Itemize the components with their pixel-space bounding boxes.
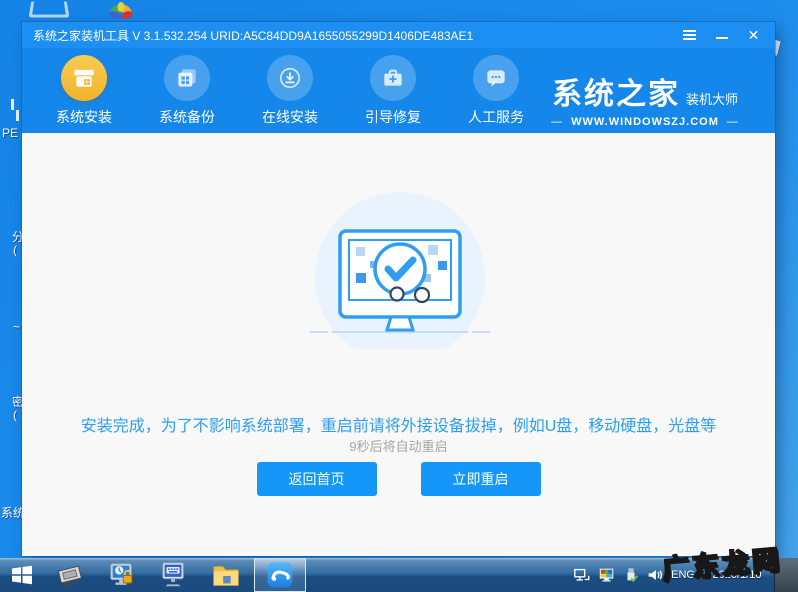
brand-logo: 系统之家 装机大师 — WWW.WINDOWSZJ.COM — (531, 78, 759, 129)
auto-restart-countdown: 9秒后将自动重启 (349, 439, 448, 454)
nav-label: 人工服务 (468, 109, 524, 125)
desktop-icon-fragment (16, 110, 19, 121)
nav-label: 引导修复 (365, 109, 421, 125)
nav-item-online-install[interactable]: 在线安装 (242, 48, 338, 127)
nav-item-human-service[interactable]: 人工服务 (448, 48, 544, 127)
desktop-icon-label: PE (2, 126, 19, 140)
memory-chip-icon (57, 565, 82, 588)
show-desktop-button[interactable] (774, 558, 798, 592)
system-tray: ENG 2020/1/10 (573, 558, 774, 592)
nav-item-system-install[interactable]: 系统安装 (36, 48, 132, 127)
volume-tray-icon[interactable] (646, 558, 664, 592)
windows-logo-icon (12, 565, 32, 585)
taskbar-file-explorer[interactable] (200, 558, 252, 592)
download-icon (267, 55, 313, 101)
taskbar-screen-lock-tool[interactable] (96, 558, 148, 592)
folder-icon (213, 566, 239, 586)
nav-item-boot-repair[interactable]: 引导修复 (345, 48, 441, 127)
nav-label: 系统安装 (56, 109, 112, 125)
home-button[interactable]: 返回首页 (256, 462, 377, 496)
brand-dash-right: — (726, 116, 739, 128)
completion-message: 安装完成，为了不影响系统部署，重启前请将外接设备拔掉，例如U盘，移动硬盘，光盘等 (80, 418, 717, 435)
start-button[interactable] (0, 558, 44, 592)
desktop-icon-fragment (11, 99, 14, 110)
chat-bubble-icon (473, 55, 519, 101)
repair-toolbox-icon (370, 55, 416, 101)
brand-site: WWW.WINDOWSZJ.COM (571, 116, 719, 128)
titlebar[interactable]: 系统之家装机工具 V 3.1.532.254 URID:A5C84DD9A165… (22, 22, 775, 48)
nav-label: 系统备份 (159, 109, 215, 125)
monitor-keyboard-icon (162, 562, 184, 587)
taskbar: ENG 2020/1/10 (0, 558, 798, 592)
install-complete-illustration (300, 189, 500, 362)
this-pc-icon[interactable] (28, 1, 70, 18)
window-title: 系统之家装机工具 V 3.1.532.254 URID:A5C84DD9A165… (33, 28, 474, 43)
clock-date[interactable]: 2020/1/10 (706, 558, 768, 592)
brand-dash-left: — (551, 116, 564, 128)
usb-tray-icon[interactable] (623, 558, 639, 592)
taskbar-chip-tool[interactable] (44, 558, 96, 592)
install-box-icon (61, 55, 107, 101)
desktop-icon-label: 系统 (1, 506, 23, 520)
taskbar-installer-app-active[interactable] (254, 558, 306, 592)
taskbar-keyboard-tool[interactable] (148, 558, 200, 592)
nav-bar: 系统安装 系统备份 在线安装 引导修复 人工服务 系统之家 装机大师 — WWW… (22, 48, 775, 133)
brand-tagline: 装机大师 (685, 92, 738, 107)
restart-button[interactable]: 立即重启 (420, 462, 541, 496)
installer-window: 系统之家装机工具 V 3.1.532.254 URID:A5C84DD9A165… (22, 22, 775, 556)
brand-name: 系统之家 (551, 78, 680, 111)
main-content: 安装完成，为了不影响系统部署，重启前请将外接设备拔掉，例如U盘，移动硬盘，光盘等… (22, 133, 775, 556)
monitor-lock-icon (110, 563, 133, 585)
nav-label: 在线安装 (262, 109, 318, 125)
nav-item-system-backup[interactable]: 系统备份 (139, 48, 235, 127)
language-indicator[interactable]: ENG (671, 558, 695, 592)
screen: PE 分 ( ~ 密 ( 系统 系统之家装机工具 V 3.1.532.254 U… (0, 0, 798, 592)
network-tray-icon[interactable] (573, 558, 591, 592)
backup-layers-icon (164, 55, 210, 101)
display-tray-icon[interactable] (598, 558, 616, 592)
clock-time-fragment: 5 (762, 559, 768, 570)
close-icon[interactable]: ✕ (746, 27, 761, 43)
minimize-icon[interactable] (714, 28, 729, 43)
menu-icon[interactable] (682, 28, 697, 43)
installer-swirl-icon (267, 562, 293, 587)
